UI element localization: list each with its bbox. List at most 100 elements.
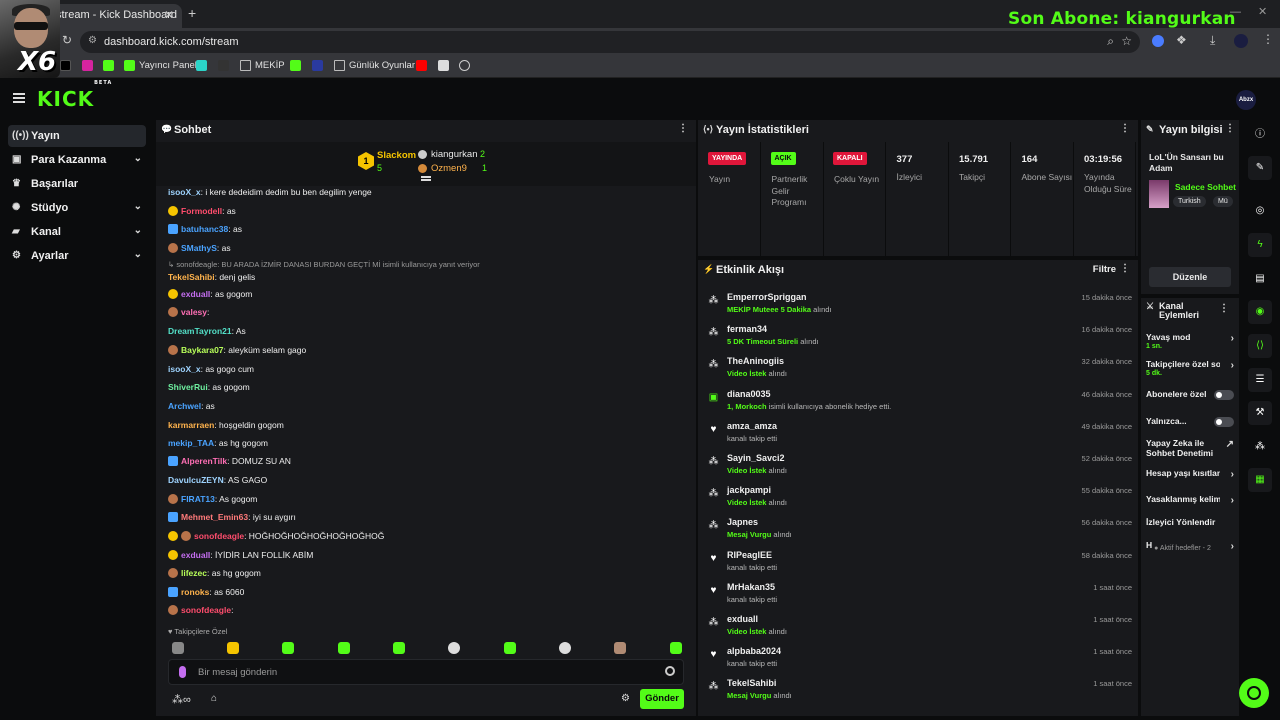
event-item[interactable]: ⁂ TekelSahibi Mesaj Vurgu alındı 1 saat önc… <box>708 678 1133 708</box>
profile-icon[interactable] <box>1234 34 1248 48</box>
store-icon[interactable]: ⌂ <box>211 693 217 704</box>
close-tab-icon[interactable]: ✕ <box>164 8 174 22</box>
chat-username[interactable]: exdualI <box>181 289 210 299</box>
chat-username[interactable]: isooX_x <box>168 187 201 197</box>
browser-tab[interactable]: stream - Kick Dashboard ✕ <box>46 4 182 28</box>
event-username[interactable]: jackpampi <box>727 485 771 495</box>
channel-action[interactable]: Yalnızca... <box>1146 416 1236 427</box>
instagram-bookmark-icon[interactable] <box>82 60 93 71</box>
expand-icon[interactable] <box>421 176 431 181</box>
kick-bookmark-icon-2[interactable] <box>290 60 301 71</box>
event-username[interactable]: Japnes <box>727 517 758 527</box>
more-icon[interactable]: ⋮ <box>678 123 688 134</box>
chat-username[interactable]: TekelSahibi <box>168 272 215 282</box>
sidebar-item-ayarlar[interactable]: ⚙ Ayarlar ⌄ <box>8 245 146 267</box>
event-item[interactable]: ⁂ EmperrorSpriggan MEKİP Muteee 5 Dakika a… <box>708 292 1133 322</box>
chat-username[interactable]: DreamTayron21 <box>168 326 232 336</box>
event-item[interactable]: ⁂ ferman34 5 DK Timeout Süreli alındı 16 da… <box>708 324 1133 354</box>
bookmark-star-icon[interactable]: ☆ <box>1121 34 1132 48</box>
capture-icon[interactable]: ◎ <box>1248 199 1272 223</box>
event-item[interactable]: ⁂ Japnes Mesaj Vurgu alındı 56 dakika önce <box>708 517 1133 547</box>
kick-bookmark-icon[interactable] <box>103 60 114 71</box>
chat-settings-icon[interactable]: ⚙ <box>621 693 630 704</box>
image-bookmark-icon[interactable] <box>438 60 449 71</box>
event-item[interactable]: ♥ RIPeaglEE kanalı takip etti 58 dakika önc… <box>708 550 1132 580</box>
category-name[interactable]: Sadece Sohbet <box>1175 182 1239 192</box>
youtube-bookmark-icon[interactable] <box>416 60 427 71</box>
chat-input[interactable]: Bir mesaj gönderin <box>168 659 684 685</box>
puzzle-icon[interactable]: ❖ <box>1176 33 1187 47</box>
sidebar-item-kanal[interactable]: ▰ Kanal ⌄ <box>8 221 146 243</box>
event-item[interactable]: ♥ amza_amza kanalı takip etti 49 dakika önc… <box>708 421 1132 451</box>
event-item[interactable]: ⁂ Sayin_Savci2 Video İstek alındı 52 dakika… <box>708 453 1133 483</box>
chat-username[interactable]: sonofdeagle <box>194 531 244 541</box>
url-field[interactable]: ⚙ dashboard.kick.com/stream ⌕ ☆ <box>80 31 1140 53</box>
sidebar-item-studyo[interactable]: ✺ Stüdyo ⌄ <box>8 197 146 219</box>
channel-action[interactable]: Yapay Zeka ile Sohbet Denetimi ↗ <box>1146 438 1236 458</box>
emote-5[interactable] <box>393 642 405 654</box>
chat-username[interactable]: SMathyS <box>181 243 217 253</box>
chat-icon[interactable]: ◉ <box>1248 300 1272 324</box>
user-avatar[interactable]: Abzx <box>1236 90 1256 110</box>
event-username[interactable]: amza_amza <box>727 421 777 431</box>
event-item[interactable]: ⁂ jackpampi Video İstek alındı 55 dakika ön… <box>708 485 1133 515</box>
event-username[interactable]: EmperrorSpriggan <box>727 292 807 302</box>
wrench-icon[interactable]: ⚒ <box>1248 401 1272 425</box>
emoji-icon[interactable] <box>665 666 675 676</box>
chat-username[interactable]: Archwel <box>168 401 201 411</box>
broadcast-icon[interactable]: ⟨⟩ <box>1248 334 1272 358</box>
channel-action[interactable]: Abonelere özel <box>1146 389 1236 400</box>
event-item[interactable]: ♥ MrHakan35 kanalı takip etti 1 saat önce <box>708 582 1132 612</box>
chat-username[interactable]: batuhanc38 <box>181 224 228 234</box>
event-item[interactable]: ♥ alpbaba2024 kanalı takip etti 1 saat önce <box>708 646 1132 676</box>
chat-username[interactable]: Formodell <box>181 206 222 216</box>
emote-9[interactable] <box>614 642 626 654</box>
chat-username[interactable]: sonofdeagle <box>181 605 231 615</box>
edit-button[interactable]: Düzenle <box>1149 267 1231 287</box>
emote-10[interactable] <box>670 642 682 654</box>
more-icon[interactable]: ⋮ <box>1225 123 1235 134</box>
zoom-icon[interactable]: ⌕ <box>1107 34 1114 49</box>
event-username[interactable]: ferman34 <box>727 324 767 334</box>
chat-username[interactable]: karmarraen <box>168 420 214 430</box>
send-button[interactable]: Gönder <box>640 689 684 709</box>
bookmark-mekip[interactable]: MEKİP <box>240 60 285 71</box>
channel-action[interactable]: Takipçilere özel sohbet5 dk. › <box>1146 359 1236 379</box>
sidebar-item-para-kazanma[interactable]: ▣ Para Kazanma ⌄ <box>8 149 146 171</box>
new-tab-icon[interactable]: + <box>188 5 196 21</box>
chat-username[interactable]: exdualI <box>181 550 210 560</box>
minimize-icon[interactable]: — <box>1230 6 1241 18</box>
event-username[interactable]: RIPeaglEE <box>727 550 772 560</box>
sidebar-item-basarilar[interactable]: ♛ Başarılar <box>8 173 146 195</box>
globe-bookmark-icon[interactable] <box>459 60 470 71</box>
toggle-switch[interactable] <box>1214 390 1234 400</box>
mic-icon[interactable] <box>179 666 186 678</box>
chat-username[interactable]: DavulcuZEYN <box>168 475 224 485</box>
extension-icon[interactable] <box>1152 35 1164 47</box>
sidebar-item-yayin[interactable]: ((•)) Yayın <box>8 125 146 147</box>
filter-button[interactable]: Filtre <box>1093 264 1116 275</box>
emote-3[interactable] <box>282 642 294 654</box>
edit-icon[interactable]: ✎ <box>1248 156 1272 180</box>
channel-action[interactable]: H ● Aktif hedefler - 2 › <box>1146 540 1236 554</box>
channel-action[interactable]: Yavaş mod 1 sn. › <box>1146 332 1236 352</box>
chat-username[interactable]: ronoks <box>181 587 209 597</box>
event-username[interactable]: alpbaba2024 <box>727 646 781 656</box>
gifter-2-name[interactable]: kiangurkan <box>431 149 477 160</box>
channel-action[interactable]: Yasaklanmış kelimeler › <box>1146 494 1236 506</box>
kick-logo[interactable]: KICKBETA <box>37 80 112 111</box>
emote-1[interactable] <box>172 642 184 654</box>
sparkle-icon[interactable]: ⁂ <box>1248 435 1272 459</box>
arrow-bookmark-icon[interactable] <box>218 60 229 71</box>
download-icon[interactable]: ⤓ <box>1210 33 1215 48</box>
channel-action[interactable]: Hesap yaşı kısıtlaması › <box>1146 468 1236 480</box>
gifter-3-name[interactable]: Ozmen9 <box>431 163 467 174</box>
lightning-icon[interactable]: ϟ <box>1248 233 1272 257</box>
menu-icon[interactable] <box>13 93 25 103</box>
chat-username[interactable]: FIRAT13 <box>181 494 215 504</box>
emote-8[interactable] <box>559 642 571 654</box>
site-info-icon[interactable]: ⚙ <box>88 35 97 46</box>
event-username[interactable]: exduall <box>727 614 758 624</box>
emote-6[interactable] <box>448 642 460 654</box>
browser-menu-icon[interactable]: ⋮ <box>1262 32 1274 46</box>
